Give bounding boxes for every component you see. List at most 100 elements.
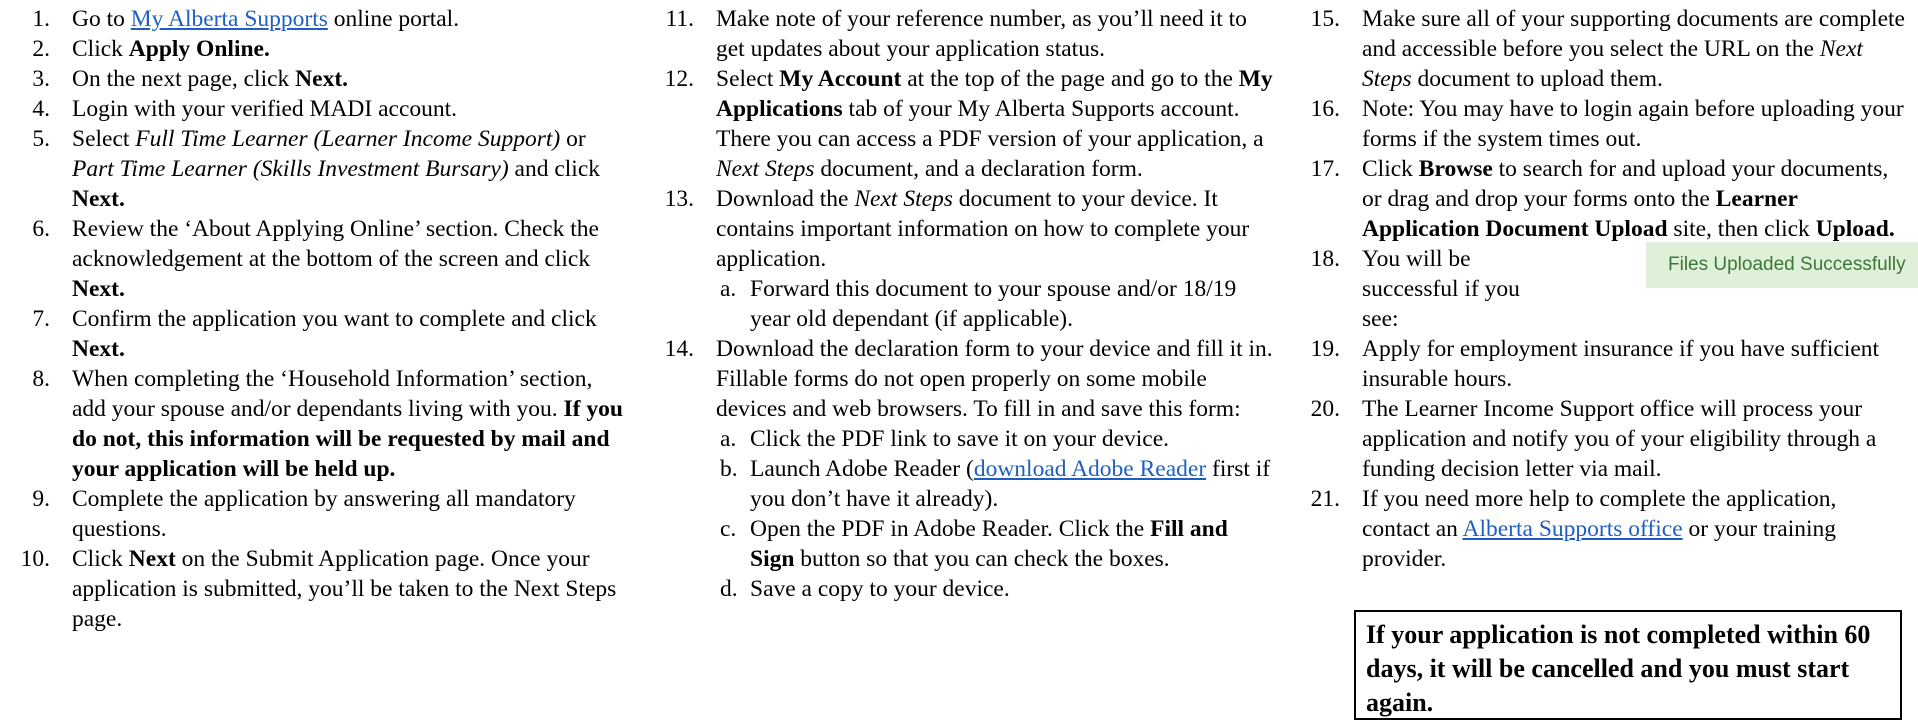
substep-14b: b. Launch Adobe Reader (download Adobe Re… (720, 454, 1274, 514)
step-number: 8. (32, 366, 50, 392)
step-text: Make note of your reference number, as y… (716, 6, 1247, 62)
step-4: 4. Login with your verified MADI account. (16, 94, 628, 124)
substep-letter: d. (720, 576, 738, 602)
substep-letter: a. (720, 426, 737, 452)
step-text: Select (716, 66, 780, 92)
step-text: document, and a declaration form. (814, 156, 1143, 182)
step-text: at the top of the page and go to the (901, 66, 1239, 92)
substep-text: Launch Adobe Reader ( (750, 456, 974, 482)
step-text: Confirm the application you want to comp… (72, 306, 597, 332)
substep-14a: a. Click the PDF link to save it on your … (720, 424, 1274, 454)
step-9: 9. Complete the application by answering … (16, 484, 628, 544)
step-20: 20. The Learner Income Support office wil… (1306, 394, 1906, 484)
step-6: 6. Review the ‘About Applying Online’ sec… (16, 214, 628, 304)
step-number: 9. (32, 486, 50, 512)
step-bold-text: Next. (72, 336, 125, 362)
step-11: 11. Make note of your reference number, a… (660, 4, 1274, 64)
step-bold-text: Apply Online. (128, 36, 270, 62)
step-text: and click (508, 156, 601, 182)
step-text: online portal. (327, 6, 460, 32)
step-text: Click (72, 546, 129, 572)
step-italic-text: Next Steps (716, 156, 815, 182)
step-number: 15. (1310, 6, 1340, 32)
step-text: Review the ‘About Applying Online’ secti… (72, 216, 599, 272)
step-text: Click (72, 36, 129, 62)
step-number: 14. (664, 336, 694, 362)
step-18: 18. You will be successful if you see: Fil… (1306, 242, 1918, 334)
step-text: Download the declaration form to your de… (716, 336, 1273, 422)
step-13: 13. Download the Next Steps document to y… (660, 184, 1274, 334)
step-8: 8. When completing the ‘Household Informa… (16, 364, 628, 484)
step-number: 10. (20, 546, 50, 572)
step-text: Note: You may have to login again before… (1362, 96, 1904, 152)
substep-14d: d. Save a copy to your device. (720, 574, 1274, 604)
step-15: 15. Make sure all of your supporting docu… (1306, 4, 1906, 94)
step-bold-text: Next. (72, 276, 125, 302)
step-text: document to upload them. (1411, 66, 1663, 92)
step-number: 4. (32, 96, 50, 122)
substep-text: Forward this document to your spouse and… (750, 276, 1237, 332)
step-text: Apply for employment insurance if you ha… (1362, 336, 1880, 392)
step-bold-text: Next. (72, 186, 125, 212)
step-text: Go to (72, 6, 131, 32)
cancellation-notice-box: If your application is not completed wit… (1354, 610, 1902, 720)
step-text: When completing the ‘Household Informati… (72, 366, 593, 422)
steps-column-3: 15. Make sure all of your supporting docu… (1306, 4, 1918, 574)
step-number: 13. (664, 186, 694, 212)
step-number: 12. (664, 66, 694, 92)
substeps: a. Click the PDF link to save it on your … (716, 424, 1274, 604)
substep-13a: a. Forward this document to your spouse a… (720, 274, 1274, 334)
substep-text: button so that you can check the boxes. (794, 546, 1170, 572)
step-italic-text: Full Time Learner (Learner Income Suppor… (135, 126, 561, 152)
step-14: 14. Download the declaration form to your… (660, 334, 1274, 604)
step-text: site, then click (1667, 216, 1816, 242)
alberta-supports-office-link[interactable]: Alberta Supports office (1462, 516, 1682, 542)
step-bold-text: Next. (295, 66, 349, 92)
step-17: 17. Click Browse to search for and upload… (1306, 154, 1906, 244)
step-7: 7. Confirm the application you want to co… (16, 304, 628, 364)
step-italic-text: Part Time Learner (Skills Investment Bur… (72, 156, 509, 182)
step-16: 16. Note: You may have to login again bef… (1306, 94, 1906, 154)
files-uploaded-success-badge: Files Uploaded Successfully (1646, 242, 1918, 288)
step-number: 7. (32, 306, 50, 332)
step-1: 1. Go to My Alberta Supports online porta… (16, 4, 628, 34)
step-bold-text: My Account (779, 66, 902, 92)
step-number: 19. (1310, 336, 1340, 362)
substep-text: Open the PDF in Adobe Reader. Click the (750, 516, 1151, 542)
step-number: 3. (32, 66, 50, 92)
step-19: 19. Apply for employment insurance if you… (1306, 334, 1906, 394)
step-text: You will be successful if you see: (1362, 246, 1520, 332)
step-12: 12. Select My Account at the top of the p… (660, 64, 1274, 184)
step-bold-text: Browse (1418, 156, 1493, 182)
step-21: 21. If you need more help to complete the… (1306, 484, 1906, 574)
step-number: 1. (32, 6, 50, 32)
my-alberta-supports-link[interactable]: My Alberta Supports (131, 6, 328, 32)
step-3: 3. On the next page, click Next. (16, 64, 628, 94)
step-bold-text: Upload. (1815, 216, 1895, 242)
step-text: Login with your verified MADI account. (72, 96, 458, 122)
step-text: or (560, 126, 586, 152)
step-text: The Learner Income Support office will p… (1362, 396, 1877, 482)
substeps: a. Forward this document to your spouse a… (716, 274, 1274, 334)
step-number: 21. (1310, 486, 1340, 512)
step-number: 17. (1310, 156, 1340, 182)
step-number: 16. (1310, 96, 1340, 122)
step-5: 5. Select Full Time Learner (Learner Inco… (16, 124, 628, 214)
step-text: Complete the application by answering al… (72, 486, 576, 542)
substep-text: Click the PDF link to save it on your de… (750, 426, 1170, 452)
step-number: 5. (32, 126, 50, 152)
step-number: 2. (32, 36, 50, 62)
step-text: Select (72, 126, 136, 152)
step-italic-text: Next Steps (854, 186, 953, 212)
step-number: 18. (1310, 246, 1340, 272)
steps-column-2: 11. Make note of your reference number, a… (660, 4, 1274, 604)
step-10: 10. Click Next on the Submit Application … (16, 544, 628, 634)
steps-column-1: 1. Go to My Alberta Supports online porta… (16, 4, 628, 634)
step-bold-text: Next (128, 546, 176, 572)
step-number: 20. (1310, 396, 1340, 422)
substep-letter: a. (720, 276, 737, 302)
step-text: Click (1362, 156, 1419, 182)
substep-14c: c. Open the PDF in Adobe Reader. Click th… (720, 514, 1274, 574)
download-adobe-reader-link[interactable]: download Adobe Reader (974, 456, 1206, 482)
substep-letter: c. (720, 516, 737, 542)
